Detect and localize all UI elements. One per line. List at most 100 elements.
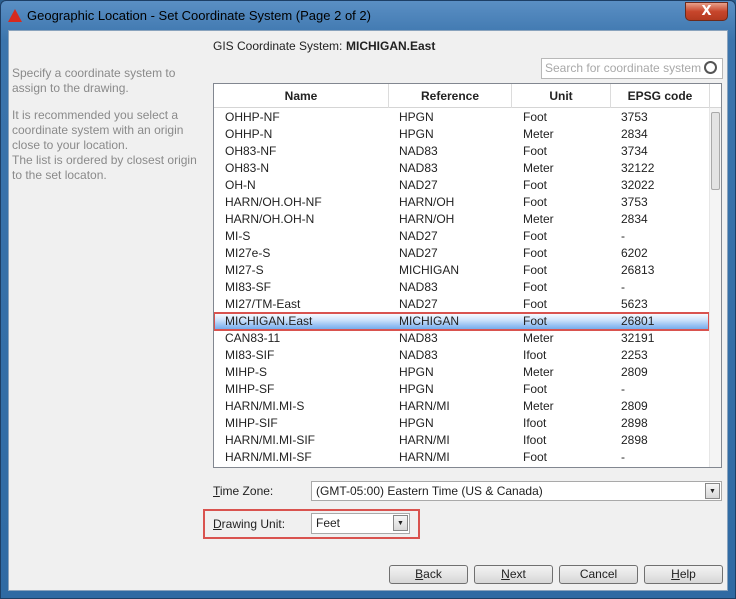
drawing-unit-value: Feet (316, 516, 341, 530)
cell-epsg: 2834 (621, 212, 648, 226)
scrollbar-thumb[interactable] (711, 112, 720, 190)
cell-unit: Foot (523, 382, 548, 396)
table-row[interactable]: MI27/TM-East NAD27 Foot 5623 (214, 296, 709, 313)
cell-name: OH83-N (225, 161, 270, 175)
cancel-button[interactable]: Cancel (559, 565, 638, 584)
coordinate-system-table: Name Reference Unit EPSG code OHHP-NF HPG… (213, 83, 722, 468)
table-row[interactable]: MI-S NAD27 Foot - (214, 228, 709, 245)
table-row[interactable]: HARN/MI.MI-SF HARN/MI Foot - (214, 449, 709, 466)
cell-epsg: 3734 (621, 144, 648, 158)
cell-reference: NAD27 (399, 229, 438, 243)
help-button[interactable]: Help (644, 565, 723, 584)
cell-reference: HPGN (399, 416, 434, 430)
cell-epsg: 2834 (621, 127, 648, 141)
cell-epsg: 3753 (621, 195, 648, 209)
chevron-down-icon[interactable]: ▼ (393, 515, 408, 531)
autocad-app-icon (8, 9, 22, 22)
table-row[interactable]: OHHP-NF HPGN Foot 3753 (214, 109, 709, 126)
cell-name: MI27e-S (225, 246, 271, 260)
cell-reference: NAD27 (399, 246, 438, 260)
column-header-name[interactable]: Name (214, 84, 389, 108)
column-header-unit[interactable]: Unit (512, 84, 611, 108)
drawing-unit-label: Drawing Unit: (213, 517, 286, 531)
table-row[interactable]: MIHP-SIF HPGN Ifoot 2898 (214, 415, 709, 432)
table-row[interactable]: HARN/MI.MI-S HARN/MI Meter 2809 (214, 398, 709, 415)
vertical-scrollbar[interactable] (709, 108, 721, 467)
cell-name: HARN/OH.OH-N (225, 212, 315, 226)
cell-epsg: 2253 (621, 348, 648, 362)
cell-reference: HPGN (399, 110, 434, 124)
cell-reference: HPGN (399, 382, 434, 396)
cell-reference: HARN/OH (399, 195, 455, 209)
cell-unit: Meter (523, 161, 554, 175)
search-input[interactable]: Search for coordinate system (541, 58, 723, 79)
table-row[interactable]: CAN83-11 NAD83 Meter 32191 (214, 330, 709, 347)
cell-name: HARN/MI.MI-SF (225, 450, 312, 464)
cell-unit: Meter (523, 212, 554, 226)
cell-unit: Foot (523, 178, 548, 192)
cell-name: HARN/MI.MI-SIF (225, 433, 315, 447)
table-row[interactable]: MI27e-S NAD27 Foot 6202 (214, 245, 709, 262)
cell-unit: Foot (523, 110, 548, 124)
cell-unit: Ifoot (523, 416, 547, 430)
table-row[interactable]: HARN/OH.OH-N HARN/OH Meter 2834 (214, 211, 709, 228)
cell-unit: Foot (523, 314, 548, 328)
cell-name: MI27-S (225, 263, 264, 277)
table-row[interactable]: MI27-S MICHIGAN Foot 26813 (214, 262, 709, 279)
cell-epsg: 6202 (621, 246, 648, 260)
time-zone-value: (GMT-05:00) Eastern Time (US & Canada) (316, 484, 543, 498)
cell-epsg: 26813 (621, 263, 655, 277)
cell-name: CAN83-11 (225, 331, 281, 345)
window-title: Geographic Location - Set Coordinate Sys… (27, 8, 371, 23)
table-row[interactable]: MIHP-SF HPGN Foot - (214, 381, 709, 398)
table-row[interactable]: MI83-SIF NAD83 Ifoot 2253 (214, 347, 709, 364)
cell-epsg: - (621, 280, 625, 294)
drawing-unit-dropdown[interactable]: Feet ▼ (311, 513, 410, 534)
next-button[interactable]: Next (474, 565, 553, 584)
cell-name: HARN/OH.OH-NF (225, 195, 322, 209)
close-button[interactable]: X (685, 2, 728, 21)
table-row[interactable]: MI83-SF NAD83 Foot - (214, 279, 709, 296)
cell-reference: HPGN (399, 365, 434, 379)
cell-unit: Foot (523, 144, 548, 158)
back-button[interactable]: Back (389, 565, 468, 584)
cell-name: OHHP-N (225, 127, 273, 141)
cell-reference: NAD83 (399, 331, 438, 345)
table-row[interactable]: OH83-N NAD83 Meter 32122 (214, 160, 709, 177)
cell-epsg: 26801 (621, 314, 655, 328)
cell-name: OH83-NF (225, 144, 277, 158)
cell-epsg: 2809 (621, 365, 648, 379)
table-row[interactable]: OH83-NF NAD83 Foot 3734 (214, 143, 709, 160)
cell-name: MI27/TM-East (225, 297, 301, 311)
table-row[interactable]: HARN/OH.OH-NF HARN/OH Foot 3753 (214, 194, 709, 211)
cell-name: MICHIGAN.East (225, 314, 313, 328)
column-header-epsg[interactable]: EPSG code (611, 84, 710, 108)
table-row[interactable]: OH-N NAD27 Foot 32022 (214, 177, 709, 194)
cell-reference: MICHIGAN (399, 263, 459, 277)
cell-name: MI83-SF (225, 280, 272, 294)
search-icon[interactable] (704, 61, 717, 74)
chevron-down-icon[interactable]: ▼ (705, 483, 720, 499)
cell-epsg: 2898 (621, 433, 648, 447)
table-row[interactable]: HARN/MI.MI-SIF HARN/MI Ifoot 2898 (214, 432, 709, 449)
cell-unit: Meter (523, 365, 554, 379)
cell-epsg: 5623 (621, 297, 648, 311)
table-row[interactable]: MIHP-S HPGN Meter 2809 (214, 364, 709, 381)
time-zone-label: Time Zone: (213, 484, 274, 498)
cell-reference: HARN/MI (399, 450, 450, 464)
cell-reference: HPGN (399, 127, 434, 141)
time-zone-dropdown[interactable]: (GMT-05:00) Eastern Time (US & Canada) ▼ (311, 481, 722, 501)
column-header-reference[interactable]: Reference (389, 84, 512, 108)
table-row[interactable]: OHHP-N HPGN Meter 2834 (214, 126, 709, 143)
cell-epsg: 2898 (621, 416, 648, 430)
cell-reference: NAD83 (399, 280, 438, 294)
cell-unit: Foot (523, 450, 548, 464)
cell-unit: Ifoot (523, 348, 547, 362)
cell-reference: HARN/MI (399, 433, 450, 447)
cell-name: MIHP-SIF (225, 416, 278, 430)
gis-coordinate-system-label: GIS Coordinate System: (213, 39, 343, 53)
table-row-selected[interactable]: MICHIGAN.East MICHIGAN Foot 26801 (214, 312, 710, 331)
cell-name: MIHP-SF (225, 382, 275, 396)
cell-name: OHHP-NF (225, 110, 280, 124)
cell-reference: HARN/OH (399, 212, 455, 226)
